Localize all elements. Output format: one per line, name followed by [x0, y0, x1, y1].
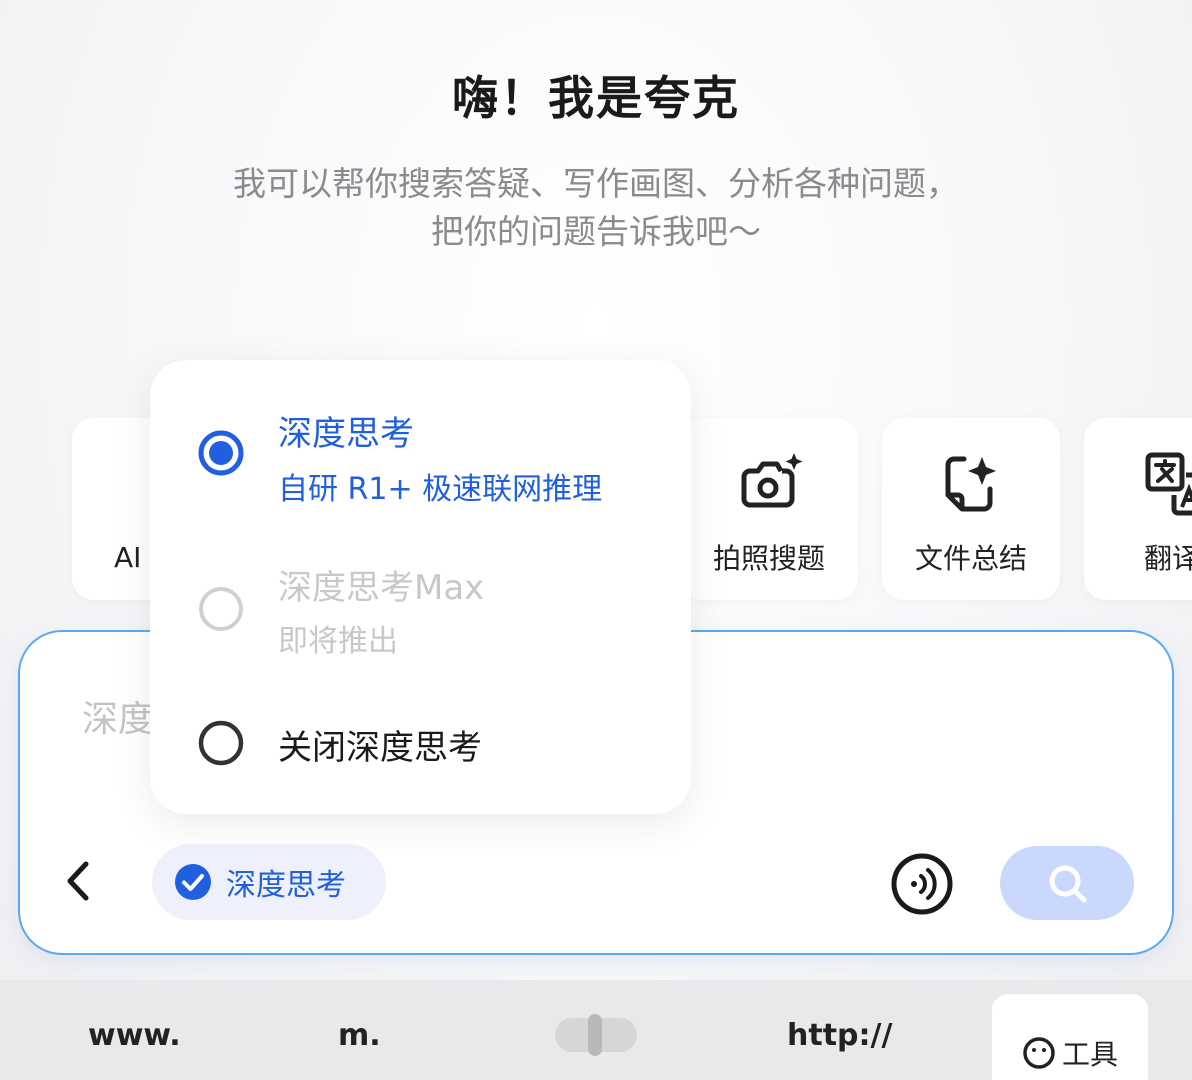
cursor-slider-knob[interactable] [588, 1014, 602, 1056]
radio-unselected-icon [198, 720, 244, 766]
translate-icon [1145, 452, 1192, 516]
search-submit-button[interactable] [1000, 846, 1134, 920]
tool-card-file-summary[interactable]: 文件总结 [882, 418, 1060, 600]
shortcut-www[interactable]: www. [88, 1018, 181, 1053]
tools-button-label: 工具 [1061, 1038, 1118, 1071]
voice-wave-icon [891, 853, 953, 915]
page-subtitle: 我可以帮你搜索答疑、写作画图、分析各种问题， 把你的问题告诉我吧～ [0, 160, 1192, 256]
keyboard-accessory-bar: www. m. http:// 工具 [0, 980, 1192, 1080]
voice-button[interactable] [890, 852, 954, 916]
subtitle-line-1: 我可以帮你搜索答疑、写作画图、分析各种问题， [233, 164, 959, 203]
tool-label-photo-search: 拍照搜题 [712, 542, 825, 575]
smile-icon [1023, 1037, 1055, 1069]
chevron-left-icon [67, 861, 89, 901]
tool-card-translate[interactable]: 翻译 [1084, 418, 1192, 600]
tool-label-ai: AI [114, 540, 142, 574]
radio-selected-icon [198, 430, 244, 476]
shortcut-http[interactable]: http:// [787, 1018, 892, 1053]
deep-think-dropdown: 深度思考 自研 R1+ 极速联网推理 深度思考Max 即将推出 关闭深度思考 [150, 360, 691, 814]
tools-button[interactable]: 工具 [992, 994, 1148, 1080]
deep-think-chip[interactable]: 深度思考 [152, 844, 386, 920]
shortcut-m[interactable]: m. [338, 1018, 381, 1053]
file-sparkle-icon [945, 456, 996, 512]
option-deep-think-max: 深度思考Max 即将推出 [150, 550, 691, 690]
option-deep-think-subtitle: 自研 R1+ 极速联网推理 [278, 472, 603, 507]
option-disable-deep-think-title: 关闭深度思考 [278, 728, 482, 768]
deep-think-chip-label: 深度思考 [226, 868, 346, 903]
search-icon [1049, 865, 1087, 903]
option-disable-deep-think[interactable]: 关闭深度思考 [150, 700, 691, 790]
option-deep-think-title: 深度思考 [278, 414, 414, 454]
option-deep-think-max-subtitle: 即将推出 [278, 624, 398, 659]
option-deep-think[interactable]: 深度思考 自研 R1+ 极速联网推理 [150, 360, 691, 528]
back-button[interactable] [58, 856, 98, 906]
cursor-slider[interactable] [555, 1014, 637, 1056]
radio-disabled-icon [199, 587, 243, 631]
check-circle-icon [175, 864, 211, 900]
tool-card-photo-search[interactable]: 拍照搜题 [680, 418, 858, 600]
subtitle-line-2: 把你的问题告诉我吧～ [431, 212, 761, 251]
page-title: 嗨！我是夸克 [452, 71, 740, 125]
option-deep-think-max-title: 深度思考Max [278, 568, 485, 608]
input-placeholder: 深度 [82, 699, 155, 740]
tool-label-translate: 翻译 [1144, 542, 1192, 575]
camera-sparkle-icon [741, 453, 803, 508]
page: 嗨！我是夸克 我可以帮你搜索答疑、写作画图、分析各种问题， 把你的问题告诉我吧～… [0, 0, 1192, 1080]
tool-label-file-summary: 文件总结 [914, 542, 1027, 575]
